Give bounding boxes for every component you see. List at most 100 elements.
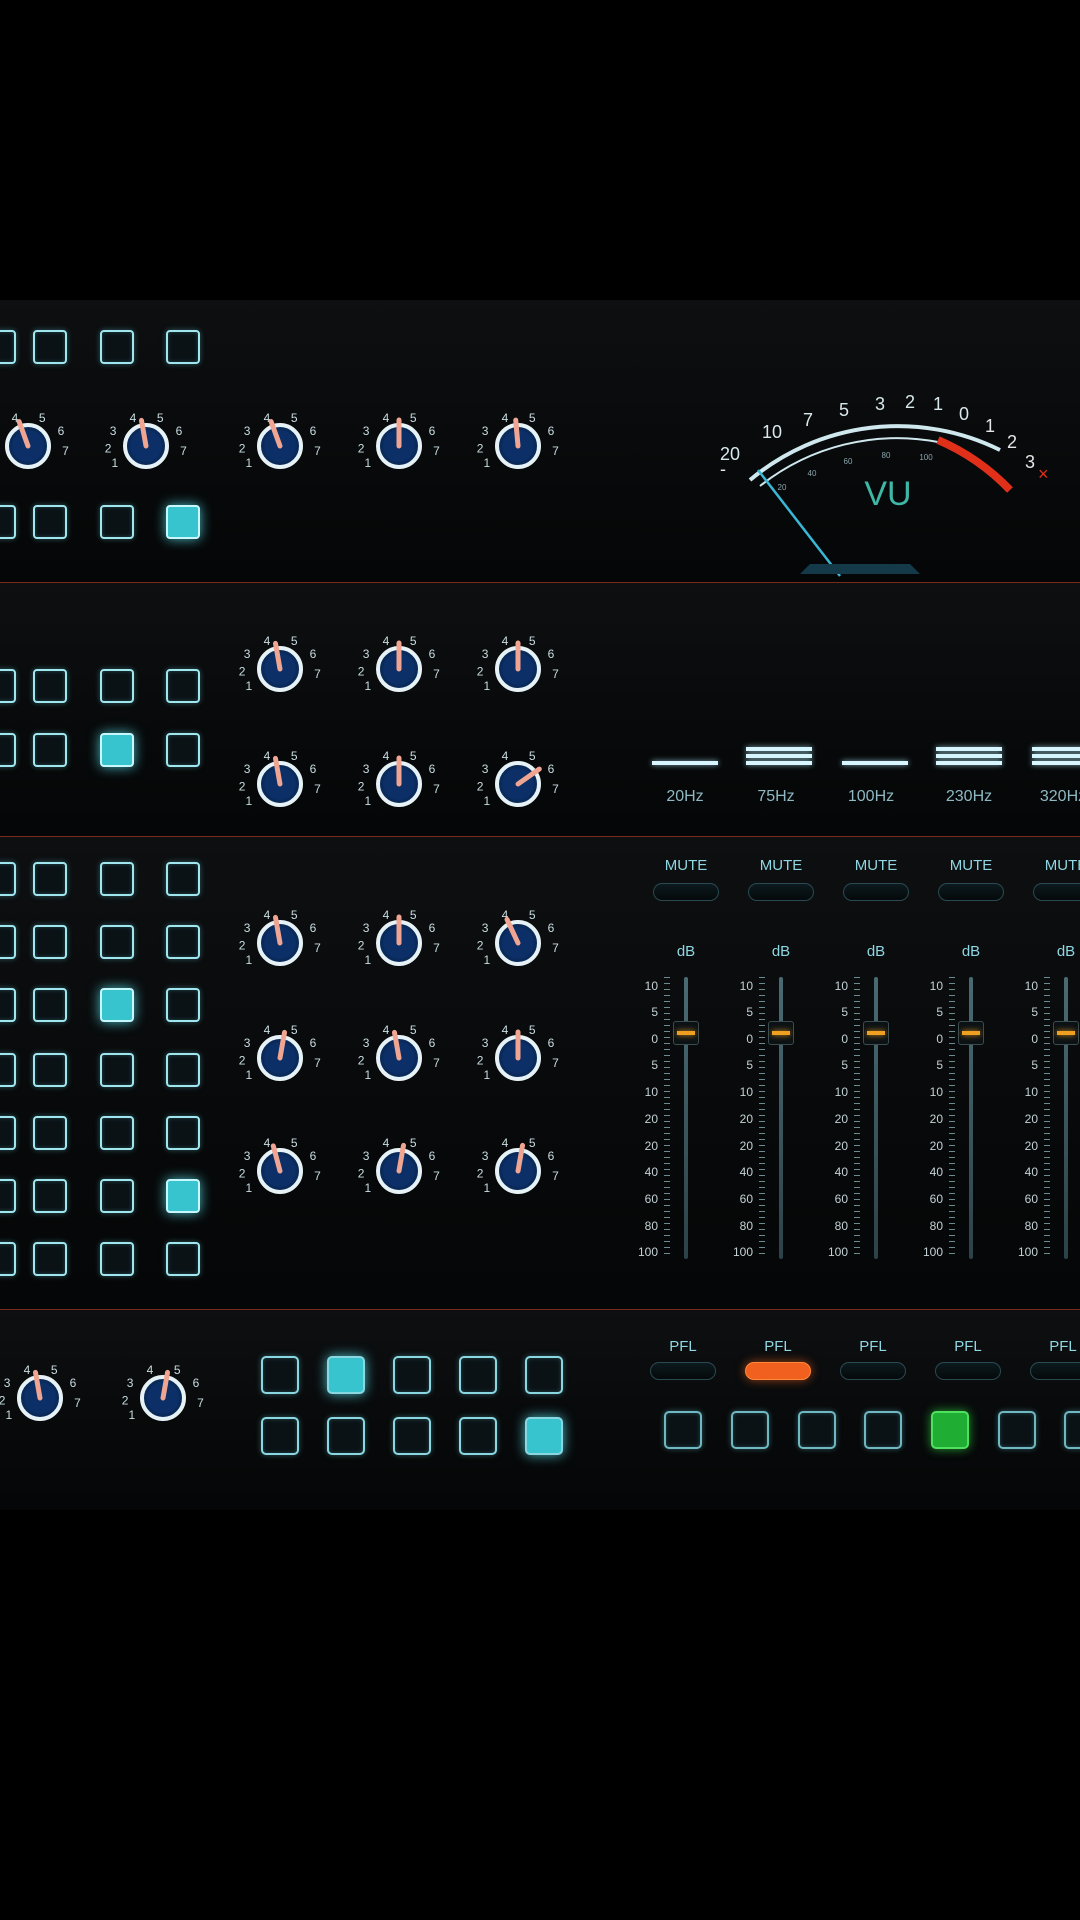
pad[interactable] xyxy=(327,1356,365,1394)
led-pad[interactable] xyxy=(798,1411,836,1449)
pad[interactable] xyxy=(0,862,16,896)
pfl-button[interactable] xyxy=(935,1362,1001,1380)
knob[interactable]: 1234567 xyxy=(230,738,330,818)
pad[interactable] xyxy=(0,925,16,959)
fader-track[interactable] xyxy=(969,977,973,1259)
fader-cap[interactable] xyxy=(673,1021,699,1046)
led-pad[interactable] xyxy=(731,1411,769,1449)
fader-cap[interactable] xyxy=(863,1021,889,1046)
pad[interactable] xyxy=(0,505,16,539)
pfl-button[interactable] xyxy=(745,1362,811,1380)
knob[interactable]: 1234567 xyxy=(349,623,449,703)
knob[interactable]: 1234567 xyxy=(468,1125,568,1205)
pad[interactable] xyxy=(33,925,67,959)
pad[interactable] xyxy=(459,1417,497,1455)
pad[interactable] xyxy=(0,669,16,703)
led-pad[interactable] xyxy=(931,1411,969,1449)
knob[interactable]: 1234567 xyxy=(96,400,196,480)
pad[interactable] xyxy=(393,1356,431,1394)
pad[interactable] xyxy=(166,330,200,364)
mute-button[interactable] xyxy=(938,883,1004,901)
knob[interactable]: 1234567 xyxy=(230,1012,330,1092)
fader-track[interactable] xyxy=(684,977,688,1259)
knob[interactable]: 1234567 xyxy=(349,897,449,977)
pad[interactable] xyxy=(261,1356,299,1394)
pad[interactable] xyxy=(33,1116,67,1150)
pad[interactable] xyxy=(33,988,67,1022)
pad[interactable] xyxy=(33,1053,67,1087)
pad[interactable] xyxy=(100,925,134,959)
knob[interactable]: 1234567 xyxy=(0,400,78,480)
pad[interactable] xyxy=(100,505,134,539)
pad[interactable] xyxy=(100,330,134,364)
pad[interactable] xyxy=(166,988,200,1022)
pfl-button[interactable] xyxy=(840,1362,906,1380)
led-pad[interactable] xyxy=(664,1411,702,1449)
knob[interactable]: 1234567 xyxy=(468,623,568,703)
pad[interactable] xyxy=(459,1356,497,1394)
pad[interactable] xyxy=(100,1242,134,1276)
pad[interactable] xyxy=(100,988,134,1022)
pad[interactable] xyxy=(166,1116,200,1150)
mute-button[interactable] xyxy=(843,883,909,901)
knob[interactable]: 1234567 xyxy=(468,400,568,480)
fader-track[interactable] xyxy=(1064,977,1068,1259)
fader-track[interactable] xyxy=(779,977,783,1259)
fader-cap[interactable] xyxy=(1053,1021,1079,1046)
pad[interactable] xyxy=(0,988,16,1022)
pad[interactable] xyxy=(33,669,67,703)
pad[interactable] xyxy=(33,1242,67,1276)
pad[interactable] xyxy=(33,862,67,896)
pad[interactable] xyxy=(166,505,200,539)
knob[interactable]: 1234567 xyxy=(349,1012,449,1092)
pfl-button[interactable] xyxy=(650,1362,716,1380)
pad[interactable] xyxy=(0,1179,16,1213)
pad[interactable] xyxy=(100,862,134,896)
knob[interactable]: 1234567 xyxy=(0,1352,90,1432)
pad[interactable] xyxy=(0,1053,16,1087)
pad[interactable] xyxy=(33,1179,67,1213)
led-pad[interactable] xyxy=(998,1411,1036,1449)
pad[interactable] xyxy=(33,505,67,539)
mute-button[interactable] xyxy=(1033,883,1080,901)
knob[interactable]: 1234567 xyxy=(230,897,330,977)
knob[interactable]: 1234567 xyxy=(349,400,449,480)
pad[interactable] xyxy=(0,733,16,767)
mute-button[interactable] xyxy=(653,883,719,901)
pad[interactable] xyxy=(100,733,134,767)
pad[interactable] xyxy=(327,1417,365,1455)
knob[interactable]: 1234567 xyxy=(468,897,568,977)
knob[interactable]: 1234567 xyxy=(230,1125,330,1205)
pad[interactable] xyxy=(100,1053,134,1087)
pad[interactable] xyxy=(100,1179,134,1213)
mute-button[interactable] xyxy=(748,883,814,901)
knob[interactable]: 1234567 xyxy=(468,738,568,818)
led-pad[interactable] xyxy=(1064,1411,1080,1449)
pfl-button[interactable] xyxy=(1030,1362,1080,1380)
pad[interactable] xyxy=(166,1179,200,1213)
pad[interactable] xyxy=(166,862,200,896)
pad[interactable] xyxy=(261,1417,299,1455)
pad[interactable] xyxy=(100,669,134,703)
knob[interactable]: 1234567 xyxy=(468,1012,568,1092)
pad[interactable] xyxy=(0,330,16,364)
fader-track[interactable] xyxy=(874,977,878,1259)
led-pad[interactable] xyxy=(864,1411,902,1449)
knob[interactable]: 1234567 xyxy=(349,738,449,818)
pad[interactable] xyxy=(166,733,200,767)
pad[interactable] xyxy=(166,669,200,703)
pad[interactable] xyxy=(100,1116,134,1150)
knob[interactable]: 1234567 xyxy=(349,1125,449,1205)
pad[interactable] xyxy=(166,1242,200,1276)
knob[interactable]: 1234567 xyxy=(113,1352,213,1432)
pad[interactable] xyxy=(33,733,67,767)
pad[interactable] xyxy=(166,1053,200,1087)
pad[interactable] xyxy=(0,1116,16,1150)
pad[interactable] xyxy=(166,925,200,959)
pad[interactable] xyxy=(525,1417,563,1455)
pad[interactable] xyxy=(33,330,67,364)
pad[interactable] xyxy=(525,1356,563,1394)
pad[interactable] xyxy=(393,1417,431,1455)
knob[interactable]: 1234567 xyxy=(230,623,330,703)
knob[interactable]: 1234567 xyxy=(230,400,330,480)
